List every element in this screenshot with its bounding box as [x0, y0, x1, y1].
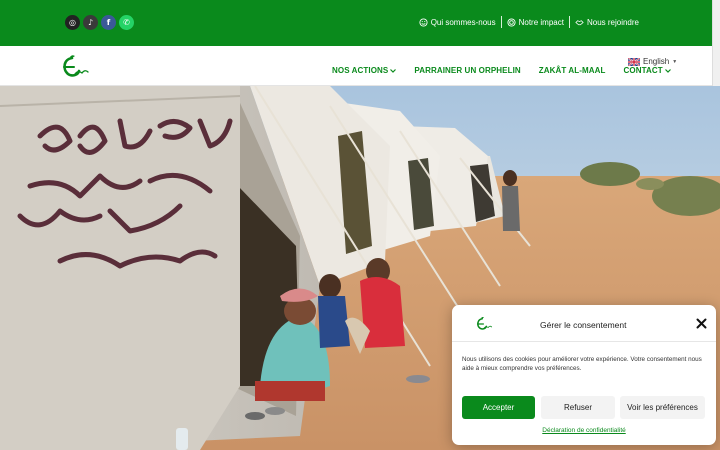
menu-item-contact[interactable]: CONTACT [624, 66, 671, 75]
preferences-button[interactable]: Voir les préférences [620, 396, 705, 419]
link-nous-rejoindre[interactable]: Nous rejoindre [570, 18, 644, 27]
handshake-icon [575, 19, 584, 25]
facebook-icon[interactable]: f [101, 15, 116, 30]
whatsapp-icon[interactable]: ✆ [119, 15, 134, 30]
menu-item-nos-actions[interactable]: NOS ACTIONS [332, 66, 397, 75]
chevron-down-icon [390, 68, 397, 73]
menu-item-parrainer-orphelin[interactable]: PARRAINER UN ORPHELIN [414, 66, 520, 75]
modal-text: Nous utilisons des cookies pour améliore… [462, 356, 702, 372]
main-navbar: NOS ACTIONS PARRAINER UN ORPHELIN ZAKÂT … [0, 46, 712, 86]
instagram-icon[interactable]: ◎ [65, 15, 80, 30]
caret-down-icon: ▼ [672, 58, 678, 65]
social-links: ◎ ♪ f ✆ [65, 15, 134, 30]
link-qui-sommes-nous[interactable]: Qui sommes-nous [414, 18, 501, 27]
modal-logo [476, 317, 493, 330]
menu-label: ZAKÂT AL-MAAL [538, 66, 606, 75]
link-label: Nous rejoindre [586, 17, 639, 27]
cookie-consent-modal: Gérer le consentement Nous utilisons des… [452, 305, 716, 445]
menu-item-zakat[interactable]: ZAKÂT AL-MAAL [539, 66, 606, 75]
menu-label: CONTACT [623, 66, 663, 75]
close-icon[interactable] [696, 318, 707, 329]
privacy-policy-link[interactable]: Déclaration de confidentialité [452, 427, 716, 434]
smiley-icon [419, 17, 428, 27]
main-menu: NOS ACTIONS PARRAINER UN ORPHELIN ZAKÂT … [332, 66, 671, 75]
tiktok-icon[interactable]: ♪ [83, 15, 98, 30]
link-label: Qui sommes-nous [430, 17, 496, 27]
top-bar: ◎ ♪ f ✆ Qui sommes-nous Notre impact Nou… [0, 0, 712, 46]
refuse-button[interactable]: Refuser [541, 396, 615, 419]
language-switcher[interactable]: English ▼ [628, 57, 677, 66]
scrollbar[interactable] [712, 0, 720, 86]
target-icon [507, 17, 516, 27]
link-label: Notre impact [518, 17, 564, 27]
accept-button[interactable]: Accepter [462, 396, 535, 419]
link-notre-impact[interactable]: Notre impact [502, 18, 569, 27]
divider [452, 341, 716, 342]
menu-label: NOS ACTIONS [332, 66, 389, 75]
chevron-down-icon [664, 68, 671, 73]
top-links: Qui sommes-nous Notre impact Nous rejoin… [414, 16, 644, 28]
language-label: English [643, 57, 670, 66]
site-logo[interactable] [58, 54, 92, 80]
uk-flag-icon [628, 57, 640, 66]
modal-title: Gérer le consentement [540, 320, 627, 330]
menu-label: PARRAINER UN ORPHELIN [414, 66, 521, 75]
